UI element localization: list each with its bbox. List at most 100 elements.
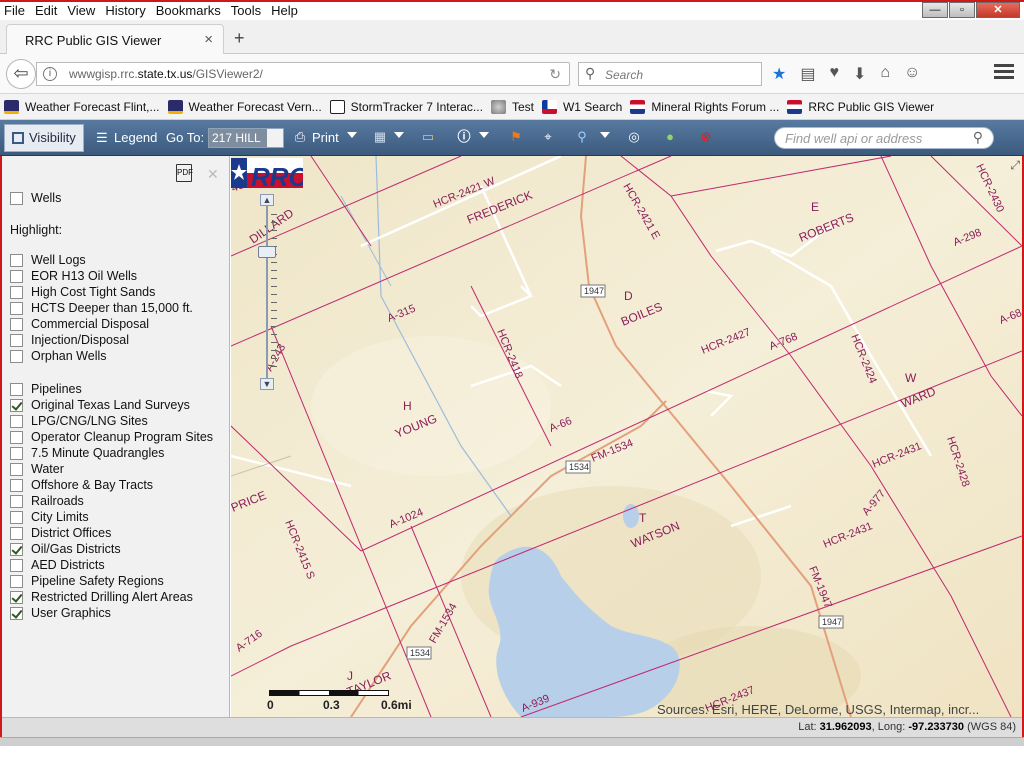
layer-item-checkbox[interactable] bbox=[10, 414, 23, 428]
reading-list-icon[interactable]: ▤ bbox=[800, 64, 815, 84]
layer-item-row[interactable]: Pipelines bbox=[10, 381, 82, 397]
layer-item-row[interactable]: Water bbox=[10, 461, 64, 477]
bookmark-rrc-gis[interactable]: RRC Public GIS Viewer bbox=[787, 99, 934, 114]
find-search-icon[interactable]: ⚲ bbox=[973, 129, 983, 146]
minimize-button[interactable]: — bbox=[922, 2, 948, 18]
highlight-item-checkbox[interactable] bbox=[10, 301, 23, 315]
layer-item-checkbox[interactable] bbox=[10, 606, 23, 620]
print-icon[interactable]: ⎙ bbox=[292, 129, 308, 145]
bookmark-star-icon[interactable]: ★ bbox=[772, 64, 786, 84]
bookmark-weather-flint[interactable]: Weather Forecast Flint,... bbox=[4, 99, 160, 114]
bookmark-weather-vern[interactable]: Weather Forecast Vern... bbox=[167, 99, 322, 114]
basemap-dropdown-icon[interactable] bbox=[394, 132, 404, 138]
zoom-out-button[interactable]: ▼ bbox=[260, 378, 274, 390]
crosshair-icon[interactable]: ⌖ bbox=[540, 129, 556, 145]
layer-item-checkbox[interactable] bbox=[10, 510, 23, 524]
wells-checkbox-row[interactable]: Wells bbox=[10, 190, 61, 206]
menu-help[interactable]: Help bbox=[271, 3, 298, 18]
zoom-dropdown-icon[interactable] bbox=[600, 132, 610, 138]
highlight-item-row[interactable]: Well Logs bbox=[10, 252, 86, 268]
reload-icon[interactable]: ↻ bbox=[549, 66, 561, 83]
layer-item-checkbox[interactable] bbox=[10, 478, 23, 492]
menu-edit[interactable]: Edit bbox=[35, 3, 57, 18]
zoom-thumb[interactable] bbox=[258, 246, 276, 258]
highlight-item-checkbox[interactable] bbox=[10, 269, 23, 283]
layer-item-checkbox[interactable] bbox=[10, 526, 23, 540]
full-extent-icon[interactable]: ◎ bbox=[626, 129, 642, 145]
hello-icon[interactable]: ☺ bbox=[904, 64, 920, 84]
layer-item-checkbox[interactable] bbox=[10, 590, 23, 604]
highlight-item-checkbox[interactable] bbox=[10, 349, 23, 363]
menu-view[interactable]: View bbox=[67, 3, 95, 18]
highlight-item-row[interactable]: Commercial Disposal bbox=[10, 316, 149, 332]
identify-dropdown-icon[interactable] bbox=[479, 132, 489, 138]
bookmark-stormtracker[interactable]: StormTracker 7 Interac... bbox=[329, 99, 483, 114]
layer-item-row[interactable]: Railroads bbox=[10, 493, 84, 509]
highlight-item-row[interactable]: High Cost Tight Sands bbox=[10, 284, 155, 300]
layer-item-row[interactable]: Oil/Gas Districts bbox=[10, 541, 121, 557]
layer-item-row[interactable]: District Offices bbox=[10, 525, 111, 541]
zoom-magnifier-icon[interactable]: ⚲ bbox=[574, 129, 590, 145]
bookmark-mineral-rights[interactable]: Mineral Rights Forum ... bbox=[630, 99, 779, 114]
layer-item-row[interactable]: Offshore & Bay Tracts bbox=[10, 477, 153, 493]
highlight-item-checkbox[interactable] bbox=[10, 253, 23, 267]
tab-close-icon[interactable]: × bbox=[204, 31, 213, 48]
expand-map-icon[interactable]: ⤢ bbox=[1010, 158, 1020, 173]
highlight-item-checkbox[interactable] bbox=[10, 285, 23, 299]
highlight-item-row[interactable]: HCTS Deeper than 15,000 ft. bbox=[10, 300, 193, 316]
tab-rrc-gis-viewer[interactable]: RRC Public GIS Viewer × bbox=[6, 24, 224, 54]
flag-marker-icon[interactable]: ⚑ bbox=[508, 129, 524, 145]
highlight-item-row[interactable]: Orphan Wells bbox=[10, 348, 107, 364]
zoom-track[interactable] bbox=[266, 206, 268, 378]
identify-info-icon[interactable]: ⓘ bbox=[456, 129, 472, 145]
find-well-input[interactable]: Find well api or address ⚲ bbox=[774, 127, 994, 149]
basemap-grid-icon[interactable]: ▦ bbox=[372, 129, 388, 145]
goto-input[interactable]: 217 HILL bbox=[208, 128, 284, 148]
close-window-button[interactable]: ✕ bbox=[976, 2, 1020, 18]
map-view[interactable]: HCR-2421 W FREDERICK HCR-2421 E E ROBERT… bbox=[231, 156, 1022, 717]
layer-item-checkbox[interactable] bbox=[10, 574, 23, 588]
layer-item-checkbox[interactable] bbox=[10, 558, 23, 572]
panel-close-icon[interactable]: ✕ bbox=[207, 166, 219, 183]
url-bar[interactable]: i wwwgisp.rrc.state.tx.us/GISViewer2/ ↻ bbox=[36, 62, 570, 86]
layer-item-row[interactable]: AED Districts bbox=[10, 557, 105, 573]
zoom-in-button[interactable]: ▲ bbox=[260, 194, 274, 206]
layer-item-checkbox[interactable] bbox=[10, 542, 23, 556]
pdf-icon[interactable]: PDF bbox=[176, 164, 193, 182]
menu-tools[interactable]: Tools bbox=[231, 3, 261, 18]
layer-item-checkbox[interactable] bbox=[10, 382, 23, 396]
layer-item-checkbox[interactable] bbox=[10, 494, 23, 508]
new-tab-button[interactable]: + bbox=[234, 28, 245, 49]
bookmark-test[interactable]: Test bbox=[490, 99, 534, 114]
wells-checkbox[interactable] bbox=[10, 191, 23, 205]
layer-item-row[interactable]: Original Texas Land Surveys bbox=[10, 397, 190, 413]
layer-item-checkbox[interactable] bbox=[10, 462, 23, 476]
zoom-slider[interactable]: ▲ ▼ bbox=[258, 194, 277, 390]
highlight-item-checkbox[interactable] bbox=[10, 333, 23, 347]
back-button[interactable]: ⇦ bbox=[6, 59, 36, 89]
highlight-item-row[interactable]: EOR H13 Oil Wells bbox=[10, 268, 137, 284]
layer-item-row[interactable]: Pipeline Safety Regions bbox=[10, 573, 164, 589]
clear-graphics-icon[interactable]: ⊗ bbox=[698, 129, 714, 145]
site-info-icon[interactable]: i bbox=[43, 67, 57, 81]
menu-bookmarks[interactable]: Bookmarks bbox=[156, 3, 221, 18]
print-button[interactable]: Print bbox=[312, 130, 339, 145]
bookmark-w1-search[interactable]: W1 Search bbox=[541, 99, 622, 114]
visibility-button[interactable]: Visibility bbox=[4, 124, 84, 152]
pocket-icon[interactable]: ♥ bbox=[829, 64, 839, 84]
layer-item-checkbox[interactable] bbox=[10, 398, 23, 412]
layer-item-row[interactable]: City Limits bbox=[10, 509, 89, 525]
measure-tool-icon[interactable]: ▭ bbox=[420, 129, 436, 145]
layer-item-row[interactable]: 7.5 Minute Quadrangles bbox=[10, 445, 164, 461]
menu-file[interactable]: File bbox=[4, 3, 25, 18]
layer-item-row[interactable]: Operator Cleanup Program Sites bbox=[10, 429, 213, 445]
menu-history[interactable]: History bbox=[105, 3, 145, 18]
menu-hamburger-icon[interactable] bbox=[994, 64, 1014, 82]
legend-button[interactable]: Legend bbox=[114, 130, 157, 145]
highlight-item-row[interactable]: Injection/Disposal bbox=[10, 332, 129, 348]
globe-icon[interactable]: ● bbox=[662, 129, 678, 145]
layer-item-checkbox[interactable] bbox=[10, 446, 23, 460]
print-dropdown-icon[interactable] bbox=[347, 132, 357, 138]
layer-item-row[interactable]: User Graphics bbox=[10, 605, 111, 621]
layer-item-checkbox[interactable] bbox=[10, 430, 23, 444]
